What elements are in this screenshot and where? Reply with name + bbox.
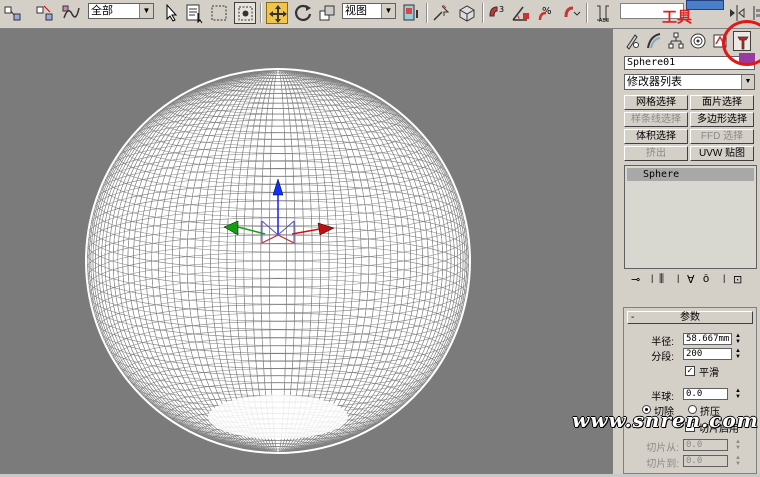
bind-space-warp-icon[interactable] <box>60 2 82 24</box>
tools-annotation-label: 工具 <box>662 9 693 26</box>
chevron-down-icon: ▼ <box>139 4 153 18</box>
slice-to-spinner[interactable]: ▲ ▼ <box>734 455 742 467</box>
svg-text:%: % <box>542 6 552 17</box>
reference-coordinate-value: 视图 <box>345 5 367 17</box>
segments-spinner[interactable]: ▲ ▼ <box>734 348 742 360</box>
separator: | <box>723 273 726 283</box>
stack-toolbar: ⊸ | ⫼ | ∀ ō | ⊡ <box>627 273 757 291</box>
motion-tab-icon[interactable] <box>689 31 707 51</box>
svg-text:Y: Y <box>226 215 232 223</box>
configure-modifier-sets-icon[interactable]: ⊡ <box>733 273 742 286</box>
chevron-down-icon: ▼ <box>741 75 754 89</box>
ffd-select-button[interactable]: FFD 选择 <box>690 129 754 144</box>
parameters-rollout-header[interactable]: - 参数 <box>627 311 753 324</box>
hierarchy-tab-icon[interactable] <box>667 31 685 51</box>
window-crossing-icon[interactable] <box>234 2 256 24</box>
separator: | <box>651 273 654 283</box>
spinner-snap-icon[interactable] <box>560 2 582 24</box>
selection-filter-dropdown[interactable]: 全部 ▼ <box>88 3 154 19</box>
select-and-scale-icon[interactable] <box>316 2 338 24</box>
slice-from-field[interactable]: 0.0 <box>683 439 728 451</box>
select-and-move-icon[interactable] <box>266 2 288 24</box>
pivot-center-icon[interactable] <box>400 2 422 24</box>
remove-modifier-icon[interactable]: ō <box>703 273 709 285</box>
select-manipulate-icon[interactable] <box>430 2 452 24</box>
show-end-result-icon[interactable]: ⫼ <box>659 273 664 286</box>
select-by-name-icon[interactable] <box>184 2 206 24</box>
rectangular-selection-icon[interactable] <box>208 2 230 24</box>
parameters-rollout: - 参数 半径: 58.667mm ▲ ▼ 分段: 200 ▲ ▼ ✓ 平滑 半球:… <box>623 307 757 474</box>
segments-label: 分段: <box>651 352 674 363</box>
unlink-icon[interactable] <box>34 2 56 24</box>
uvw-map-button[interactable]: UVW 贴图 <box>690 146 754 161</box>
segments-field[interactable]: 200 <box>683 348 732 360</box>
select-and-rotate-icon[interactable] <box>292 2 314 24</box>
slice-to-label: 切片到: <box>646 459 679 470</box>
volume-select-button[interactable]: 体积选择 <box>624 129 688 144</box>
sphere-wireframe[interactable]: Y X <box>0 29 614 474</box>
edit-named-selection-icon[interactable]: ABC <box>592 2 614 24</box>
keyboard-shortcut-icon[interactable] <box>456 2 478 24</box>
modify-tab-icon[interactable] <box>645 31 663 51</box>
create-tab-icon[interactable] <box>623 31 641 51</box>
smooth-label: 平滑 <box>699 368 719 379</box>
slice-from-spinner[interactable]: ▲ ▼ <box>734 439 742 451</box>
svg-text:ABC: ABC <box>599 18 610 24</box>
pin-stack-icon[interactable]: ⊸ <box>631 273 640 286</box>
svg-text:3: 3 <box>499 5 504 14</box>
spline-select-button[interactable]: 样条线选择 <box>624 112 688 127</box>
separator: | <box>677 273 680 283</box>
selection-filter-value: 全部 <box>91 5 113 17</box>
hemisphere-field[interactable]: 0.0 <box>683 388 728 400</box>
radius-label: 半径: <box>651 337 674 348</box>
stack-item-sphere[interactable]: Sphere <box>627 168 754 181</box>
perspective-viewport[interactable]: Y X <box>0 29 614 474</box>
make-unique-icon[interactable]: ∀ <box>687 273 695 286</box>
hemisphere-spinner[interactable]: ▲ ▼ <box>734 388 742 400</box>
modifier-stack[interactable]: Sphere <box>624 165 757 269</box>
radius-spinner[interactable]: ▲ ▼ <box>734 333 742 345</box>
slice-to-field[interactable]: 0.0 <box>683 455 728 467</box>
modifier-list-dropdown[interactable]: 修改器列表 ▼ <box>624 74 755 90</box>
select-link-icon[interactable] <box>2 2 24 24</box>
rollout-title: 参数 <box>680 312 700 323</box>
chevron-down-icon: ▼ <box>381 4 395 18</box>
poly-select-button[interactable]: 多边形选择 <box>690 112 754 127</box>
svg-text:X: X <box>333 218 338 226</box>
main-toolbar: 全部 ▼ 视图 ▼ 3 % ABC <box>0 0 760 29</box>
mesh-select-button[interactable]: 网格选择 <box>624 95 688 110</box>
extrude-button[interactable]: 挤出 <box>624 146 688 161</box>
angle-snap-icon[interactable] <box>510 2 532 24</box>
radius-field[interactable]: 58.667mm <box>683 333 732 345</box>
object-name-value: Sphere01 <box>627 57 676 68</box>
patch-select-button[interactable]: 面片选择 <box>690 95 754 110</box>
modifier-list-label: 修改器列表 <box>627 76 682 88</box>
snaps-toggle-icon[interactable]: 3 <box>486 2 508 24</box>
smooth-checkbox[interactable]: ✓ <box>685 366 695 376</box>
select-object-icon[interactable] <box>160 2 182 24</box>
watermark: www.snren.com <box>572 408 759 432</box>
percent-snap-icon[interactable]: % <box>536 2 558 24</box>
hemisphere-label: 半球: <box>651 392 674 403</box>
reference-coordinate-dropdown[interactable]: 视图 ▼ <box>342 3 396 19</box>
slice-from-label: 切片从: <box>646 443 679 454</box>
